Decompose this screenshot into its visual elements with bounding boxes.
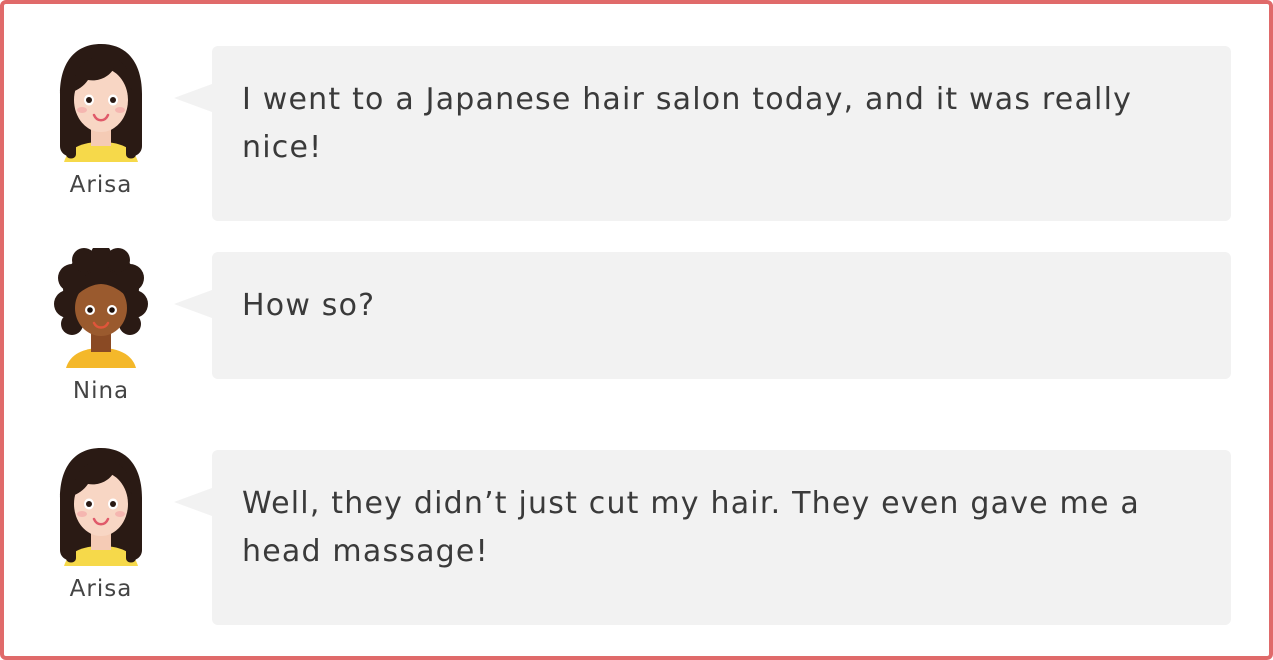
speaker-block: Nina [54,248,148,404]
speech-bubble: How so? [174,252,1231,379]
message-text: Well, they didn’t just cut my hair. They… [242,486,1140,569]
speech-bubble-tail [174,488,212,516]
arisa-avatar-icon [60,448,142,566]
speech-bubble-tail [174,290,212,318]
speech-bubble: Well, they didn’t just cut my hair. They… [174,450,1231,625]
speech-bubble-tail [174,84,212,112]
speaker-block: Arisa [54,42,148,198]
speech-bubble: I went to a Japanese hair salon today, a… [174,46,1231,221]
speaker-block: Arisa [54,446,148,602]
message-text: I went to a Japanese hair salon today, a… [242,82,1133,165]
speaker-name: Nina [72,378,130,404]
speaker-name: Arisa [69,576,133,602]
dialogue-frame: Arisa I went to a Japanese hair salon to… [0,0,1273,660]
nina-avatar-icon [54,248,148,368]
message-text: How so? [242,288,376,323]
arisa-avatar-icon [60,44,142,162]
speaker-name: Arisa [69,172,133,198]
